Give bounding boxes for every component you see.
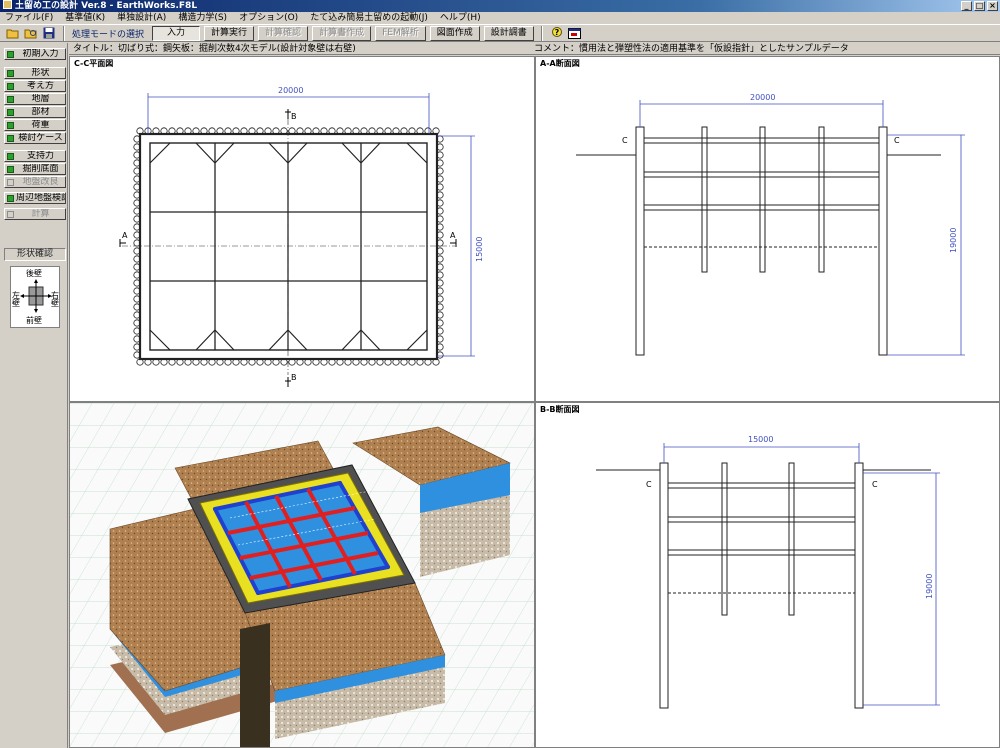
section-b-dimensions <box>663 443 940 706</box>
maximize-button[interactable]: □ <box>974 1 985 11</box>
input-mode-button[interactable]: 入力 <box>152 25 201 41</box>
plan-view-drawing: 20000 15000 B B A A <box>119 86 484 387</box>
check-calculation-button[interactable]: 計算確認 <box>258 25 309 41</box>
plan-height-dimension: 15000 <box>475 237 484 262</box>
compass-back-label: 後壁 <box>26 269 42 278</box>
minimize-button[interactable]: _ <box>961 1 972 11</box>
strut-levels <box>643 137 880 211</box>
status-indicator-icon <box>7 210 14 218</box>
status-indicator-icon <box>7 82 14 90</box>
menu-file[interactable]: ファイル(F) <box>5 12 53 24</box>
model-3d-pane[interactable] <box>69 402 535 748</box>
status-indicator-icon <box>7 178 14 186</box>
status-indicator-icon <box>7 121 14 129</box>
section-b-width-dimension: 15000 <box>748 435 773 444</box>
window-icon[interactable] <box>568 26 582 40</box>
plan-struts <box>150 143 427 350</box>
menu-options[interactable]: オプション(O) <box>239 12 298 24</box>
compass-front-label: 前壁 <box>26 316 42 325</box>
status-indicator-icon <box>7 165 14 173</box>
toolbar: 処理モードの選択 入力 計算実行 計算確認 計算書作成 FEM解析 図面作成 設… <box>0 24 1000 42</box>
fem-analysis-button[interactable]: FEM解析 <box>375 25 426 41</box>
app-icon <box>3 0 12 9</box>
sidebar-item-shape[interactable]: 形状 <box>4 67 66 79</box>
center-posts <box>721 462 795 616</box>
section-b-depth-dimension: 19000 <box>925 574 934 599</box>
status-indicator-icon <box>7 194 14 202</box>
section-a-marker-c-right: C <box>894 136 900 145</box>
mode-label: 処理モードの選択 <box>72 29 145 40</box>
left-sheet-pile <box>635 126 645 356</box>
svg-text:A: A <box>122 231 128 240</box>
menu-standards[interactable]: 基準値(K) <box>65 12 105 24</box>
right-sheet-pile <box>854 462 864 709</box>
create-drawing-button[interactable]: 図面作成 <box>429 25 480 41</box>
model-comment: コメント：慣用法と弾塑性法の適用基準を「仮設指針」としたサンプルデータ <box>534 44 849 54</box>
shape-check-header: 形状確認 <box>4 248 66 261</box>
wall-compass[interactable]: 後壁 左壁 右壁 前壁 <box>10 266 60 328</box>
sidebar-item-bearing[interactable]: 支持力 <box>4 150 66 162</box>
window-title: 土留め工の設計 Ver.8 - EarthWorks.F8L <box>15 1 198 11</box>
menu-help[interactable]: ヘルプ(H) <box>440 12 481 24</box>
left-panel: 初期入力 形状 考え方 地層 部材 荷重 検討ケース 支持力 掘削底面 地盤改良… <box>0 43 68 748</box>
plan-width-dimension: 20000 <box>278 86 303 95</box>
toolbar-separator <box>540 25 543 41</box>
title-bar: 土留め工の設計 Ver.8 - EarthWorks.F8L _ □ × <box>0 0 1000 12</box>
left-sheet-pile <box>659 462 669 709</box>
window-controls: _ □ × <box>961 1 998 11</box>
menu-bar: ファイル(F) 基準値(K) 単独設計(A) 構造力学(S) オプション(O) … <box>0 12 1000 24</box>
plan-dimensions <box>147 93 475 357</box>
status-indicator-icon <box>7 95 14 103</box>
section-a-drawing: 20000 19000 C C <box>576 93 965 356</box>
sidebar-item-cases[interactable]: 検討ケース <box>4 132 66 144</box>
svg-text:B: B <box>291 373 297 382</box>
compass-right-label: 右壁 <box>51 291 59 308</box>
center-posts <box>701 126 825 273</box>
strut-levels <box>667 482 856 556</box>
section-b-drawing: 15000 19000 C C <box>596 435 940 709</box>
sidebar-item-members[interactable]: 部材 <box>4 106 66 118</box>
compass-left-label: 左壁 <box>12 291 20 308</box>
model-title: タイトル：切ばり式：鋼矢板：掘削次数4次モデル(設計対象壁は右壁) <box>73 44 356 54</box>
create-report-button[interactable]: 計算書作成 <box>312 25 372 41</box>
close-button[interactable]: × <box>987 1 998 11</box>
right-sheet-pile <box>878 126 888 356</box>
section-b-marker-c-right: C <box>872 480 878 489</box>
sidebar-item-excavation-bottom[interactable]: 掘削底面 <box>4 163 66 175</box>
svg-text:A: A <box>450 231 456 240</box>
section-a-width-dimension: 20000 <box>750 93 775 102</box>
open-folder-icon[interactable] <box>6 26 20 40</box>
svg-text:?: ? <box>554 28 559 37</box>
section-b-marker-c-left: C <box>646 480 652 489</box>
sidebar-item-loads[interactable]: 荷重 <box>4 119 66 131</box>
sidebar-item-approach[interactable]: 考え方 <box>4 80 66 92</box>
help-icon[interactable]: ? <box>550 26 564 40</box>
menu-single-design[interactable]: 単独設計(A) <box>117 12 166 24</box>
info-bar: タイトル：切ばり式：鋼矢板：掘削次数4次モデル(設計対象壁は右壁) コメント：慣… <box>69 43 1000 55</box>
run-calculation-button[interactable]: 計算実行 <box>204 25 255 41</box>
svg-text:B: B <box>291 112 297 121</box>
menu-launch-simple[interactable]: たて込み簡易土留めの起動(J) <box>310 12 428 24</box>
sidebar-item-initial-input[interactable]: 初期入力 <box>4 48 66 60</box>
design-survey-button[interactable]: 設計調書 <box>483 25 534 41</box>
status-indicator-icon <box>7 69 14 77</box>
model-3d-drawing <box>70 403 534 747</box>
status-indicator-icon <box>7 50 14 58</box>
save-icon[interactable] <box>42 26 56 40</box>
sidebar-item-calculation[interactable]: 計算 <box>4 208 66 220</box>
sidebar-item-strata[interactable]: 地層 <box>4 93 66 105</box>
sidebar-item-ground-improvement[interactable]: 地盤改良 <box>4 176 66 188</box>
section-a-marker-c-left: C <box>622 136 628 145</box>
status-indicator-icon <box>7 108 14 116</box>
open-file-icon[interactable] <box>24 26 38 40</box>
sidebar-item-surrounding-ground[interactable]: 周辺地盤検討 <box>4 192 66 204</box>
status-indicator-icon <box>7 152 14 160</box>
section-a-pane[interactable]: A-A断面図 20000 19000 C C <box>535 56 1000 402</box>
section-a-depth-dimension: 19000 <box>949 228 958 253</box>
toolbar-separator <box>63 25 65 41</box>
section-b-pane[interactable]: B-B断面図 15000 19000 C C <box>535 402 1000 748</box>
menu-structural-mechanics[interactable]: 構造力学(S) <box>178 12 227 24</box>
status-indicator-icon <box>7 134 14 142</box>
plan-view-pane[interactable]: C-C平面図 20000 15000 B B A A <box>69 56 535 402</box>
